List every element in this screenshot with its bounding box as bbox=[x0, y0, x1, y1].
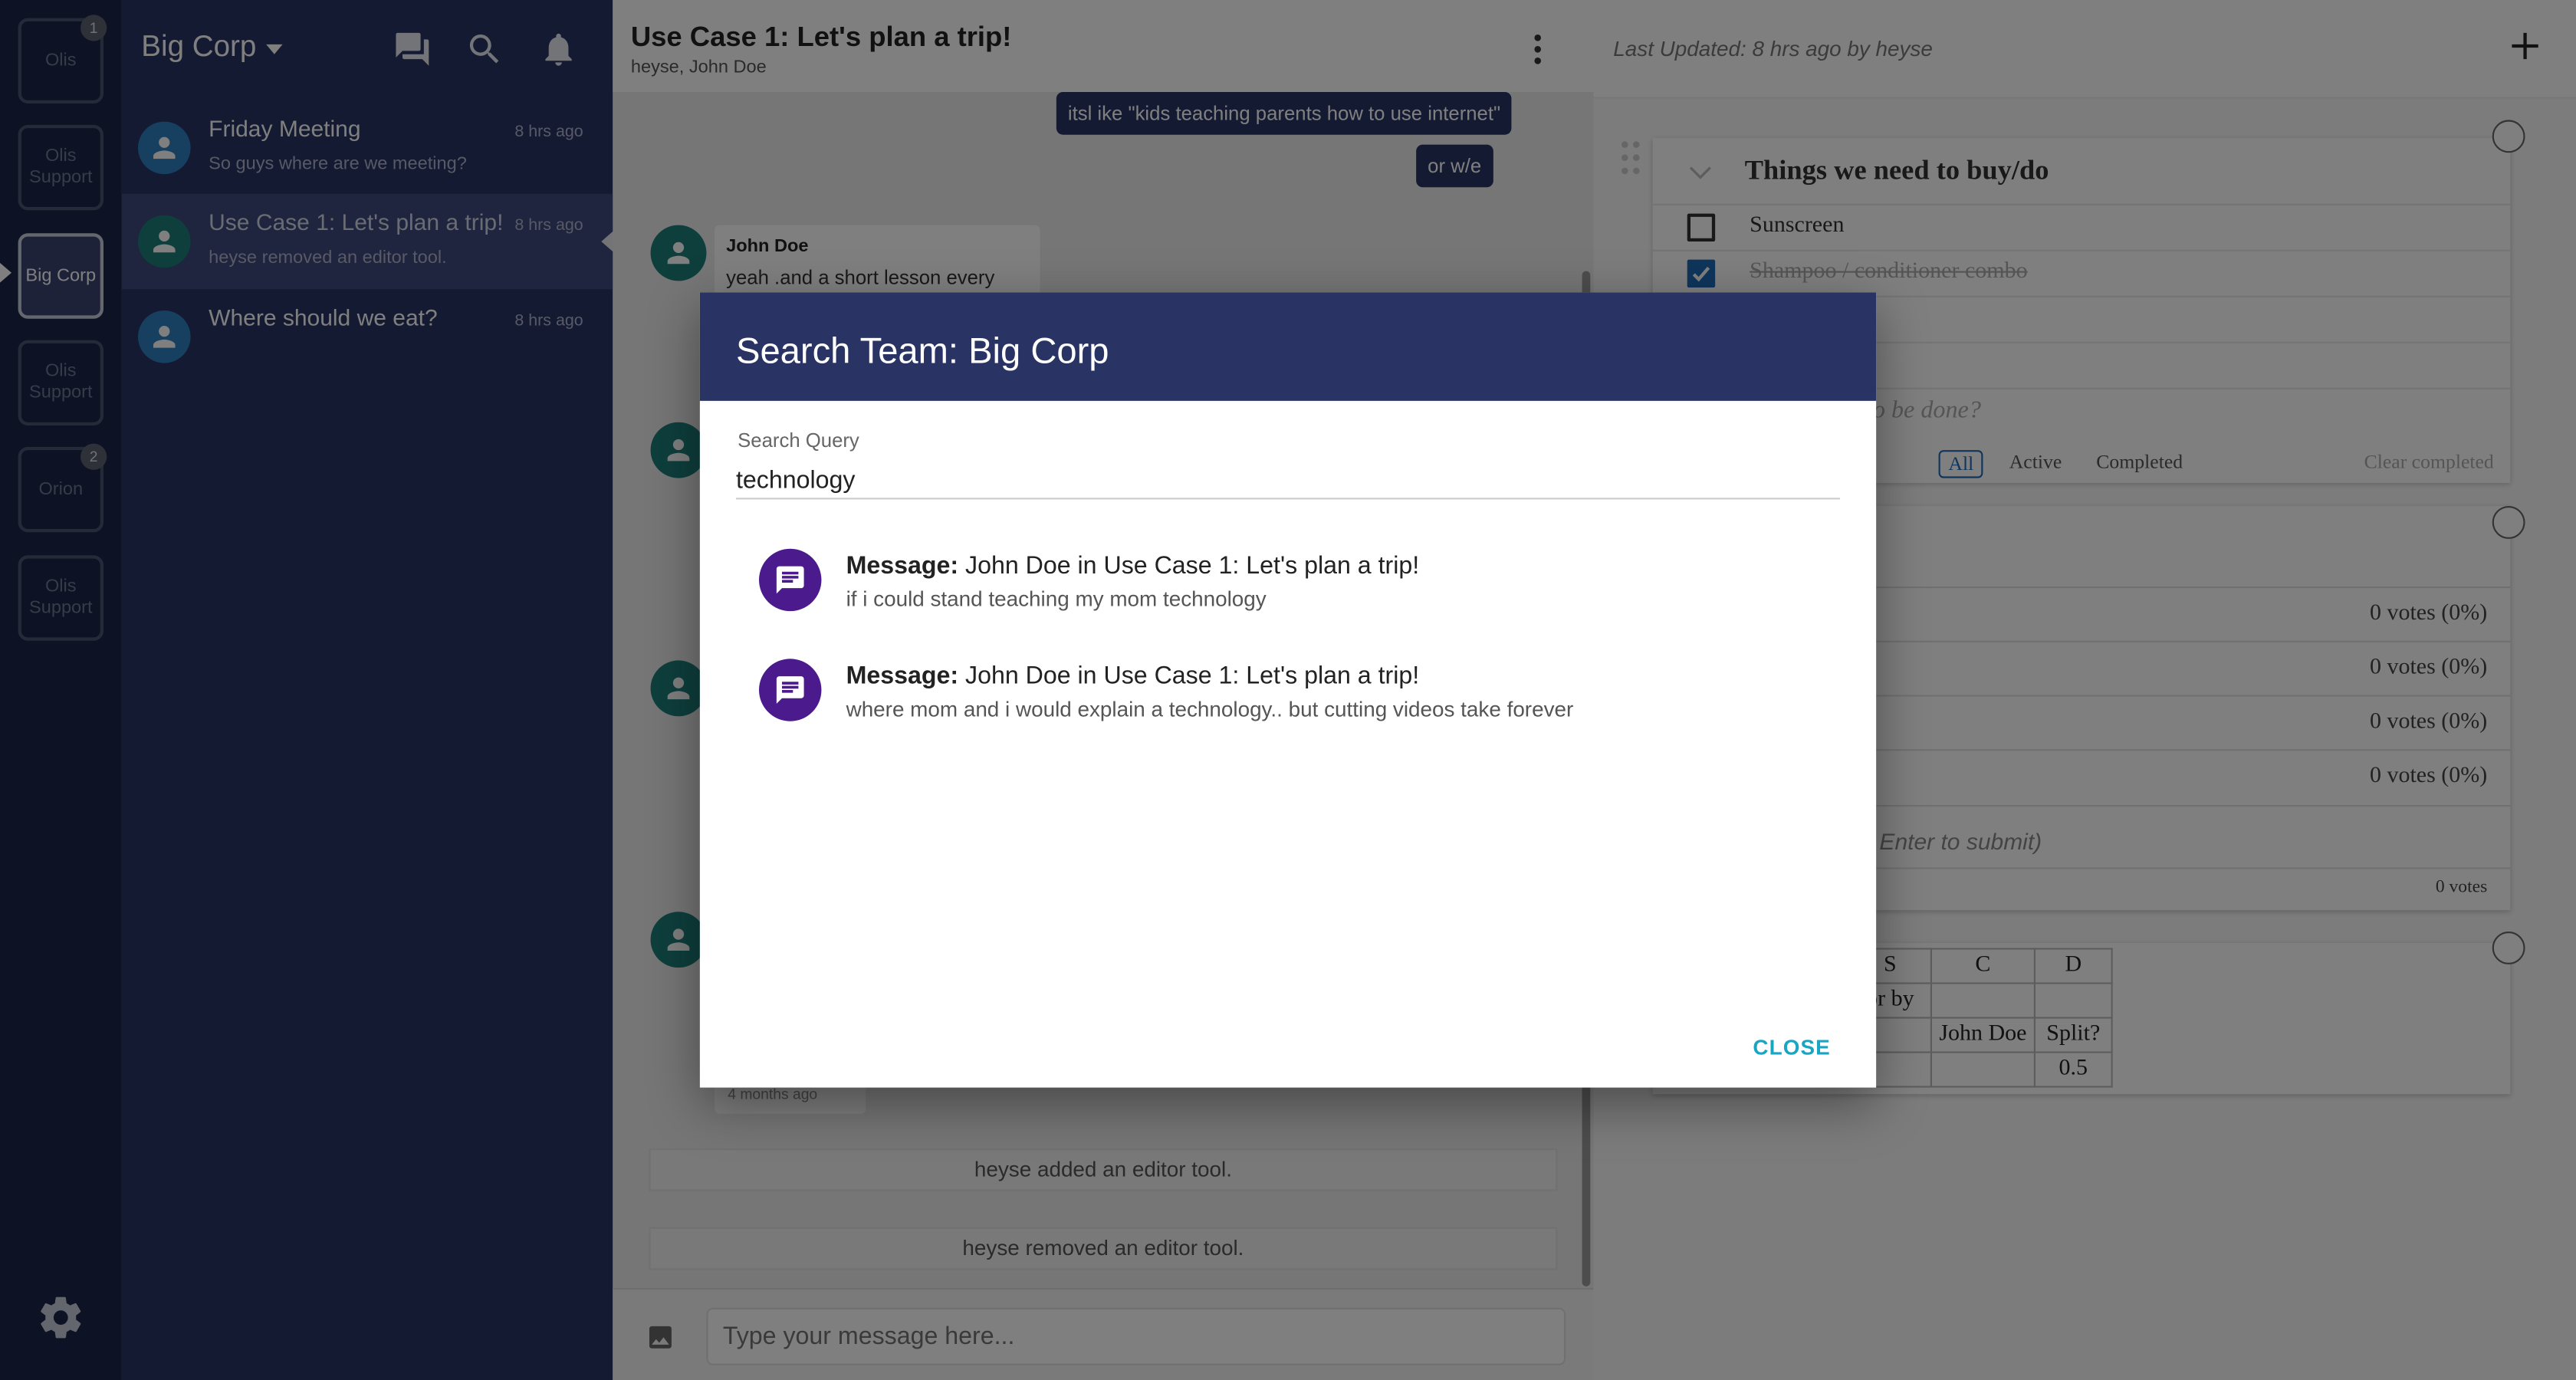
search-result[interactable]: Message: John Doe in Use Case 1: Let's p… bbox=[758, 548, 1810, 631]
search-dialog: Search Team: Big Corp Search Query Messa… bbox=[699, 292, 1877, 1088]
dialog-title: Search Team: Big Corp bbox=[736, 330, 1109, 372]
comment-icon bbox=[776, 676, 804, 704]
result-title: Message: John Doe in Use Case 1: Let's p… bbox=[846, 662, 1420, 690]
search-result[interactable]: Message: John Doe in Use Case 1: Let's p… bbox=[758, 659, 1810, 741]
message-icon bbox=[758, 659, 822, 721]
result-snippet: where mom and i would explain a technolo… bbox=[846, 696, 1574, 721]
result-type: Message: bbox=[846, 552, 959, 580]
result-type: Message: bbox=[846, 662, 959, 690]
message-icon bbox=[758, 548, 822, 612]
result-title: Message: John Doe in Use Case 1: Let's p… bbox=[846, 552, 1420, 580]
result-snippet: if i could stand teaching my mom technol… bbox=[846, 586, 1267, 612]
search-query-input[interactable] bbox=[736, 462, 1840, 500]
result-location: John Doe in Use Case 1: Let's plan a tri… bbox=[958, 552, 1420, 580]
result-location: John Doe in Use Case 1: Let's plan a tri… bbox=[958, 662, 1420, 690]
dialog-header: Search Team: Big Corp bbox=[699, 292, 1877, 401]
close-button[interactable]: CLOSE bbox=[1753, 1035, 1830, 1060]
search-query-label: Search Query bbox=[738, 429, 859, 452]
comment-icon bbox=[776, 566, 804, 594]
